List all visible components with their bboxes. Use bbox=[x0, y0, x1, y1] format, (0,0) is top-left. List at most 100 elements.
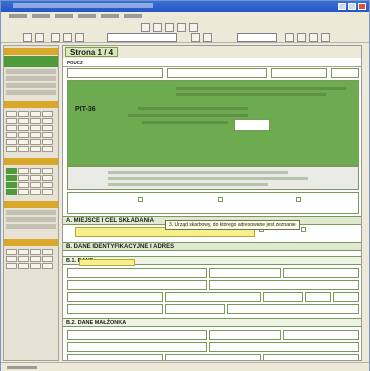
panel-item[interactable] bbox=[6, 224, 56, 229]
grid-cell[interactable] bbox=[42, 182, 53, 188]
house-number-field[interactable] bbox=[305, 292, 331, 302]
grid-cell[interactable] bbox=[30, 139, 41, 145]
toolbar-icon[interactable] bbox=[191, 33, 200, 42]
name-field-highlight[interactable] bbox=[79, 259, 135, 266]
grid-cell[interactable] bbox=[18, 168, 29, 174]
toolbar-icon[interactable] bbox=[35, 33, 44, 42]
grid-cell[interactable] bbox=[6, 263, 17, 269]
option-checkbox[interactable] bbox=[296, 197, 301, 202]
grid-cell[interactable] bbox=[6, 168, 17, 174]
municipality-field[interactable] bbox=[165, 292, 261, 302]
grid-cell[interactable] bbox=[42, 168, 53, 174]
grid-cell[interactable] bbox=[30, 146, 41, 152]
grid-cell[interactable] bbox=[6, 132, 17, 138]
status-field[interactable] bbox=[331, 68, 359, 78]
grid-cell[interactable] bbox=[6, 125, 17, 131]
city-field[interactable] bbox=[67, 304, 163, 314]
toolbar-select[interactable] bbox=[107, 33, 177, 42]
county-field[interactable] bbox=[67, 292, 163, 302]
grid-cell[interactable] bbox=[42, 256, 53, 262]
tax-year-field[interactable] bbox=[234, 119, 270, 131]
grid-cell[interactable] bbox=[42, 125, 53, 131]
toolbar-icon[interactable] bbox=[309, 33, 318, 42]
toolbar-icon[interactable] bbox=[63, 33, 72, 42]
maximize-icon[interactable] bbox=[348, 3, 356, 10]
grid-cell[interactable] bbox=[6, 256, 17, 262]
spouse-surname-field[interactable] bbox=[67, 330, 207, 340]
panel-item[interactable] bbox=[6, 210, 56, 215]
grid-cell[interactable] bbox=[18, 249, 29, 255]
panel-item[interactable] bbox=[6, 83, 56, 88]
spouse-first-name-field[interactable] bbox=[209, 330, 281, 340]
menu-item[interactable] bbox=[32, 14, 50, 18]
toolbar-icon[interactable] bbox=[23, 33, 32, 42]
grid-cell[interactable] bbox=[6, 111, 17, 117]
menu-item[interactable] bbox=[9, 14, 27, 18]
grid-cell[interactable] bbox=[30, 168, 41, 174]
grid-cell[interactable] bbox=[30, 125, 41, 131]
minimize-icon[interactable] bbox=[338, 3, 346, 10]
toolbar-icon[interactable] bbox=[177, 23, 186, 32]
flat-number-field[interactable] bbox=[333, 292, 359, 302]
grid-cell[interactable] bbox=[30, 189, 41, 195]
toolbar-icon[interactable] bbox=[75, 33, 84, 42]
grid-cell[interactable] bbox=[42, 249, 53, 255]
grid-cell[interactable] bbox=[42, 175, 53, 181]
post-office-field[interactable] bbox=[227, 304, 359, 314]
grid-cell[interactable] bbox=[18, 175, 29, 181]
menu-item[interactable] bbox=[101, 14, 119, 18]
grid-cell[interactable] bbox=[6, 118, 17, 124]
panel-item[interactable] bbox=[6, 217, 56, 222]
zoom-select[interactable] bbox=[237, 33, 277, 42]
close-icon[interactable] bbox=[358, 3, 366, 10]
grid-cell[interactable] bbox=[18, 118, 29, 124]
grid-cell[interactable] bbox=[42, 118, 53, 124]
grid-cell[interactable] bbox=[42, 189, 53, 195]
spouse-province-field[interactable] bbox=[209, 342, 359, 352]
menu-item[interactable] bbox=[78, 14, 96, 18]
street-field[interactable] bbox=[263, 292, 303, 302]
grid-cell[interactable] bbox=[6, 189, 17, 195]
grid-cell[interactable] bbox=[6, 139, 17, 145]
grid-cell[interactable] bbox=[18, 146, 29, 152]
grid-cell[interactable] bbox=[6, 175, 17, 181]
toolbar-icon[interactable] bbox=[141, 23, 150, 32]
grid-cell[interactable] bbox=[42, 146, 53, 152]
postal-code-field[interactable] bbox=[165, 304, 225, 314]
grid-cell[interactable] bbox=[18, 256, 29, 262]
toolbar-icon[interactable] bbox=[153, 23, 162, 32]
grid-cell[interactable] bbox=[30, 249, 41, 255]
grid-cell[interactable] bbox=[30, 263, 41, 269]
grid-cell[interactable] bbox=[30, 175, 41, 181]
document-number-field[interactable] bbox=[271, 68, 327, 78]
grid-cell[interactable] bbox=[18, 132, 29, 138]
grid-cell[interactable] bbox=[18, 111, 29, 117]
grid-cell[interactable] bbox=[42, 111, 53, 117]
toolbar-icon[interactable] bbox=[189, 23, 198, 32]
grid-cell[interactable] bbox=[42, 132, 53, 138]
option-checkbox[interactable] bbox=[218, 197, 223, 202]
grid-cell[interactable] bbox=[30, 132, 41, 138]
grid-cell[interactable] bbox=[18, 189, 29, 195]
panel-item[interactable] bbox=[6, 90, 56, 95]
toolbar-icon[interactable] bbox=[203, 33, 212, 42]
grid-cell[interactable] bbox=[6, 146, 17, 152]
spouse-municipality-field[interactable] bbox=[165, 354, 261, 360]
option-checkbox[interactable] bbox=[138, 197, 143, 202]
taxpayer-id-field[interactable] bbox=[67, 68, 163, 78]
purpose-checkbox[interactable] bbox=[301, 227, 306, 232]
spouse-id-field[interactable] bbox=[167, 68, 267, 78]
grid-cell[interactable] bbox=[18, 182, 29, 188]
grid-cell[interactable] bbox=[6, 249, 17, 255]
toolbar-icon[interactable] bbox=[285, 33, 294, 42]
spouse-street-field[interactable] bbox=[263, 354, 359, 360]
grid-cell[interactable] bbox=[6, 182, 17, 188]
toolbar-icon[interactable] bbox=[165, 23, 174, 32]
grid-cell[interactable] bbox=[30, 256, 41, 262]
menu-item[interactable] bbox=[124, 14, 142, 18]
country-field[interactable] bbox=[67, 280, 207, 290]
spouse-county-field[interactable] bbox=[67, 354, 163, 360]
toolbar-icon[interactable] bbox=[51, 33, 60, 42]
province-field[interactable] bbox=[209, 280, 359, 290]
grid-cell[interactable] bbox=[18, 125, 29, 131]
